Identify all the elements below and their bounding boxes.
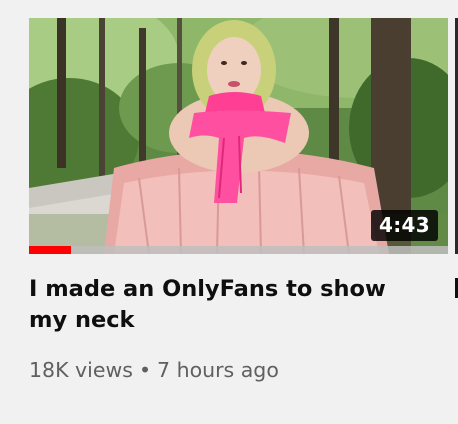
video-title[interactable]: I made an OnlyFans to show my neck — [29, 274, 409, 336]
view-count: 18K views — [29, 358, 133, 382]
upload-time: 7 hours ago — [157, 358, 279, 382]
watch-progress-bar — [29, 246, 448, 254]
duration-badge: 4:43 — [371, 210, 438, 241]
watch-progress-fill — [29, 246, 71, 254]
video-metadata: 18K views • 7 hours ago — [29, 356, 279, 384]
video-thumbnail[interactable]: 4:43 — [29, 18, 448, 254]
metadata-separator: • — [138, 358, 152, 382]
video-card[interactable]: 4:43 I made an OnlyFans to show my neck … — [0, 0, 458, 424]
